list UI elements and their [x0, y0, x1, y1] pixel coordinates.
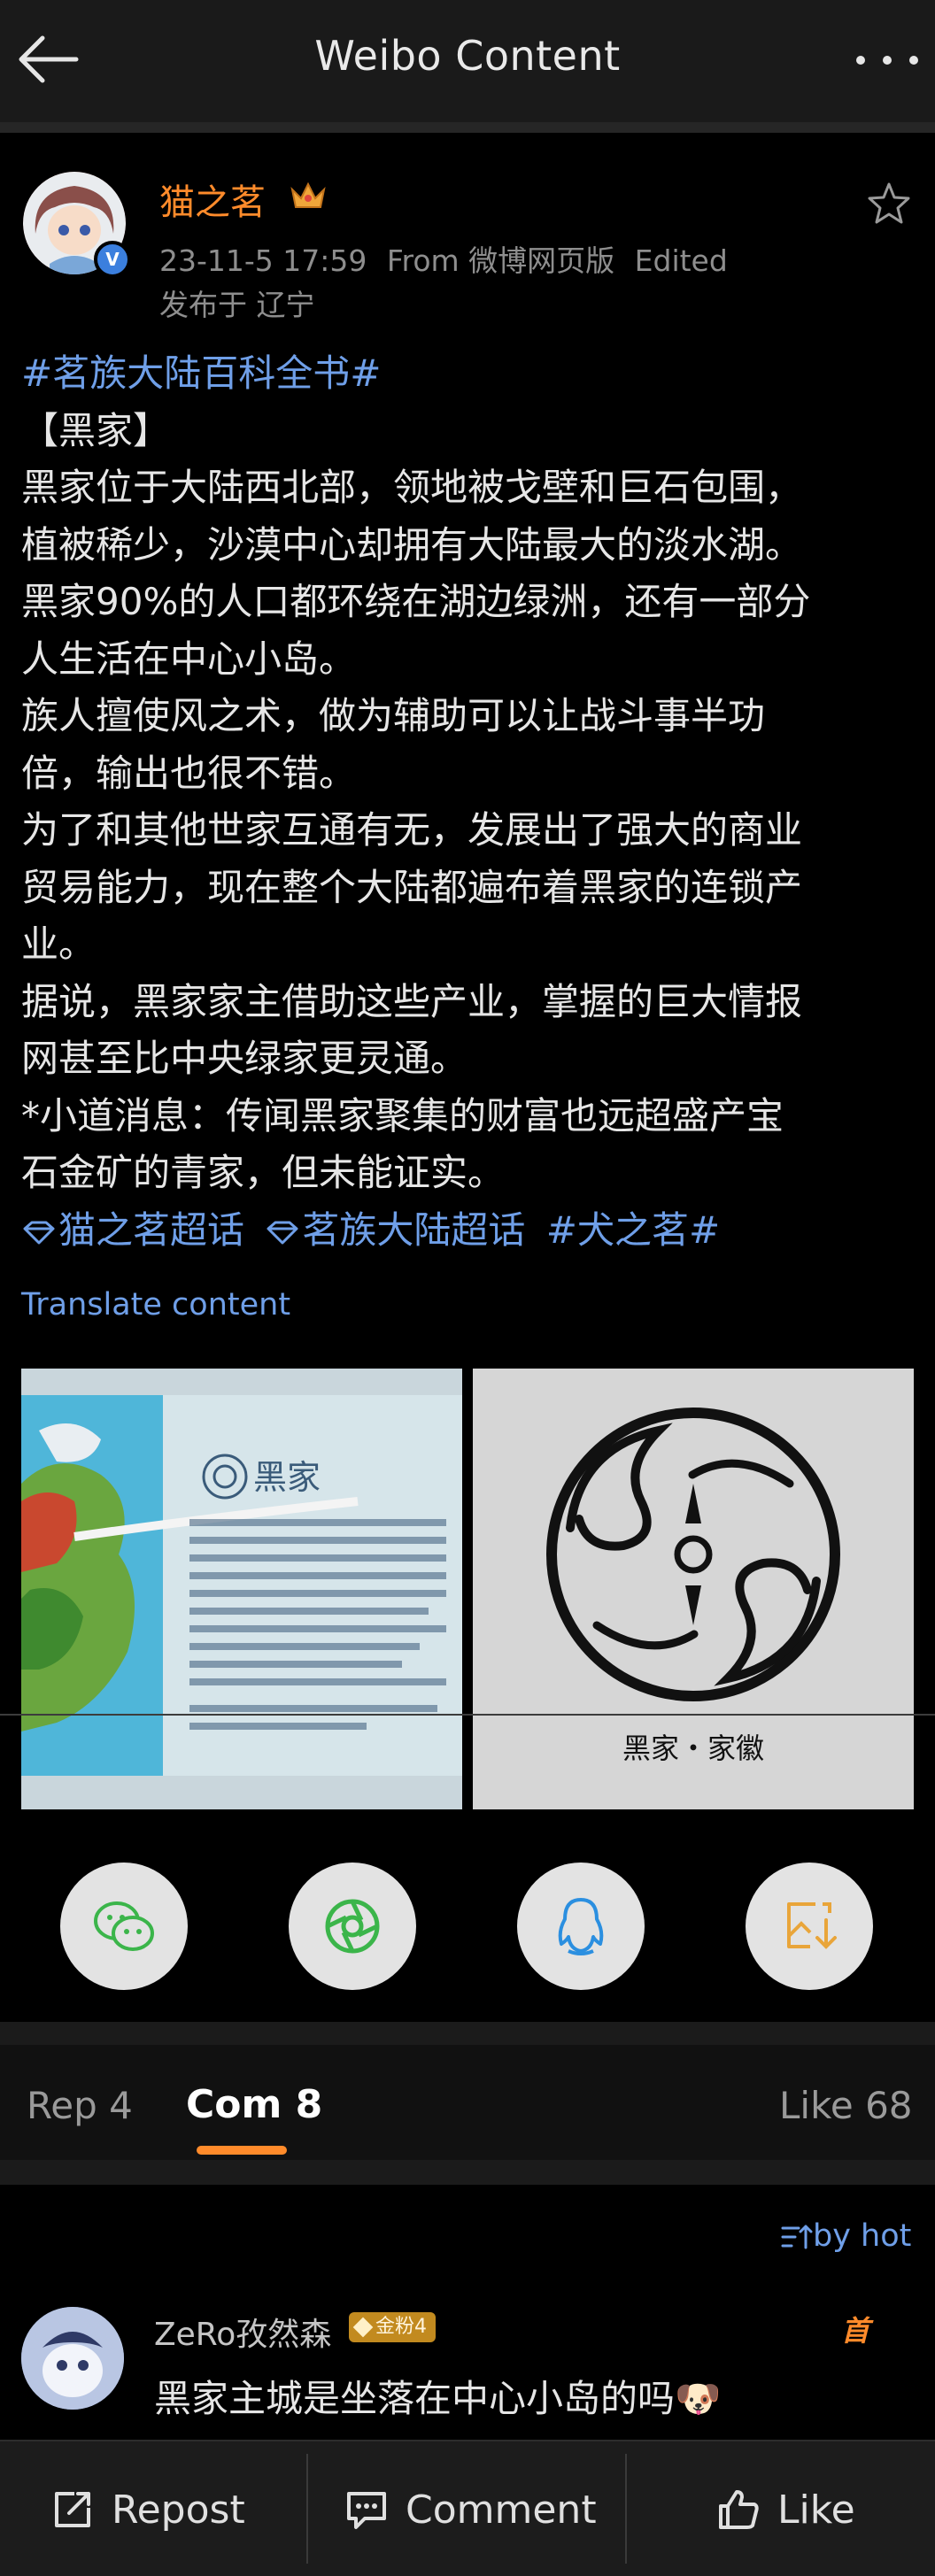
share-moments-button[interactable] — [289, 1863, 416, 1990]
tab-likes[interactable]: Like 68 — [779, 2084, 913, 2127]
commenter-avatar[interactable] — [21, 2307, 124, 2410]
comment-icon — [347, 2492, 386, 2529]
chaohua-link-1[interactable]: 猫之茗超话 — [21, 1208, 244, 1252]
post-line: 黑家位于大陆西北部，领地被戈壁和巨石包围， — [21, 466, 803, 509]
page-title: Weibo Content — [314, 32, 621, 80]
post-body: #茗族大陆百科全书# 【黑家】 黑家位于大陆西北部，领地被戈壁和巨石包围， 植被… — [21, 345, 924, 1259]
post-line: 【黑家】 — [21, 408, 171, 452]
chaohua-link-2[interactable]: 茗族大陆超话 — [265, 1208, 525, 1252]
header-divider — [0, 122, 935, 133]
chaohua-label-1: 猫之茗超话 — [58, 1207, 245, 1252]
sort-by-hot-button[interactable]: by hot — [779, 2218, 911, 2254]
topic-link[interactable]: #茗族大陆百科全书# — [21, 345, 924, 403]
post-line: 网甚至比中央绿家更灵通。 — [21, 1037, 468, 1080]
post-time: 23-11-5 17:59 — [159, 243, 367, 278]
repost-button[interactable]: Repost — [50, 2479, 245, 2541]
post-meta: 23-11-5 17:59 From 微博网页版 Edited — [159, 237, 728, 280]
diamond-icon — [23, 1221, 55, 1245]
post-line: 黑家90%的人口都环绕在湖边绿洲，还有一部分 — [21, 580, 811, 623]
post-line: 倍，输出也很不错。 — [21, 751, 357, 795]
repost-label: Repost — [112, 2487, 245, 2533]
author-name[interactable]: 猫之茗 — [159, 174, 266, 225]
favorite-star-icon[interactable] — [866, 181, 912, 227]
comment-button[interactable]: Comment — [344, 2479, 597, 2541]
fan-badge: 金粉4 — [349, 2312, 436, 2342]
more-options-icon[interactable] — [852, 44, 923, 76]
tab-reposts[interactable]: Rep 4 — [27, 2084, 133, 2127]
save-image-icon — [787, 1902, 837, 1949]
post-image-map[interactable]: 黑家 — [21, 1369, 462, 1809]
like-button[interactable]: Like — [715, 2479, 855, 2541]
post-line: 植被稀少，沙漠中心却拥有大陆最大的淡水湖。 — [21, 522, 803, 567]
post-location: 发布于 辽宁 — [159, 288, 315, 322]
crown-icon — [289, 179, 328, 214]
post-image-emblem[interactable]: 黑家・家徽 — [473, 1369, 914, 1809]
first-comment-tag: 首 — [841, 2314, 870, 2348]
sort-icon — [781, 2225, 813, 2249]
active-tab-indicator — [197, 2146, 287, 2155]
translate-link[interactable]: Translate content — [21, 1287, 290, 1323]
post-line: 石金矿的青家，但未能证实。 — [21, 1151, 506, 1194]
bottom-divider — [625, 2454, 627, 2564]
emblem-caption: 黑家・家徽 — [622, 1731, 764, 1765]
post-edited: Edited — [634, 243, 728, 278]
post-line: 业。 — [21, 922, 97, 966]
qq-penguin-icon — [558, 1898, 604, 1955]
comment-label: Comment — [406, 2487, 597, 2533]
image-title: 黑家 — [253, 1458, 321, 1497]
post-line: 据说，黑家家主借助这些产业，掌握的巨大情报 — [21, 979, 803, 1023]
thumbs-up-icon — [719, 2490, 759, 2529]
post-line: *小道消息：传闻黑家聚集的财富也远超盛产宝 — [21, 1093, 784, 1138]
commenter-name[interactable]: ZeRo孜然森 — [154, 2309, 331, 2355]
comment-text: 黑家主城是坐落在中心小岛的吗🐶 — [154, 2377, 722, 2420]
bottom-divider — [306, 2454, 308, 2564]
tab-comments[interactable]: Com 8 — [186, 2082, 322, 2127]
post-line: 人生活在中心小岛。 — [21, 636, 357, 681]
section-divider — [0, 2022, 935, 2045]
tag-line: 猫之茗超话 茗族大陆超话 #犬之茗# — [21, 1202, 924, 1260]
save-image-button[interactable] — [746, 1863, 873, 1990]
like-label: Like — [777, 2487, 855, 2533]
post-line: 为了和其他世家互通有无，发展出了强大的商业 — [21, 808, 803, 852]
share-qq-button[interactable] — [517, 1863, 645, 1990]
overlay-line — [0, 1714, 935, 1716]
repost-icon — [55, 2492, 90, 2527]
wechat-icon — [94, 1901, 154, 1951]
post-source: From 微博网页版 — [386, 243, 615, 278]
post-line: 族人擅使风之术，做为辅助可以让战斗事半功 — [21, 694, 766, 737]
post-line: 贸易能力，现在整个大陆都遍布着黑家的连锁产 — [21, 865, 803, 909]
moments-aperture-icon — [325, 1899, 380, 1954]
topic-link-2[interactable]: #犬之茗# — [546, 1208, 720, 1252]
section-divider — [0, 2160, 935, 2185]
chaohua-label-2: 茗族大陆超话 — [302, 1207, 526, 1252]
share-wechat-button[interactable] — [60, 1863, 188, 1990]
diamond-icon — [267, 1221, 298, 1245]
verified-badge-icon: V — [94, 241, 131, 278]
sort-label: by hot — [813, 2218, 912, 2254]
